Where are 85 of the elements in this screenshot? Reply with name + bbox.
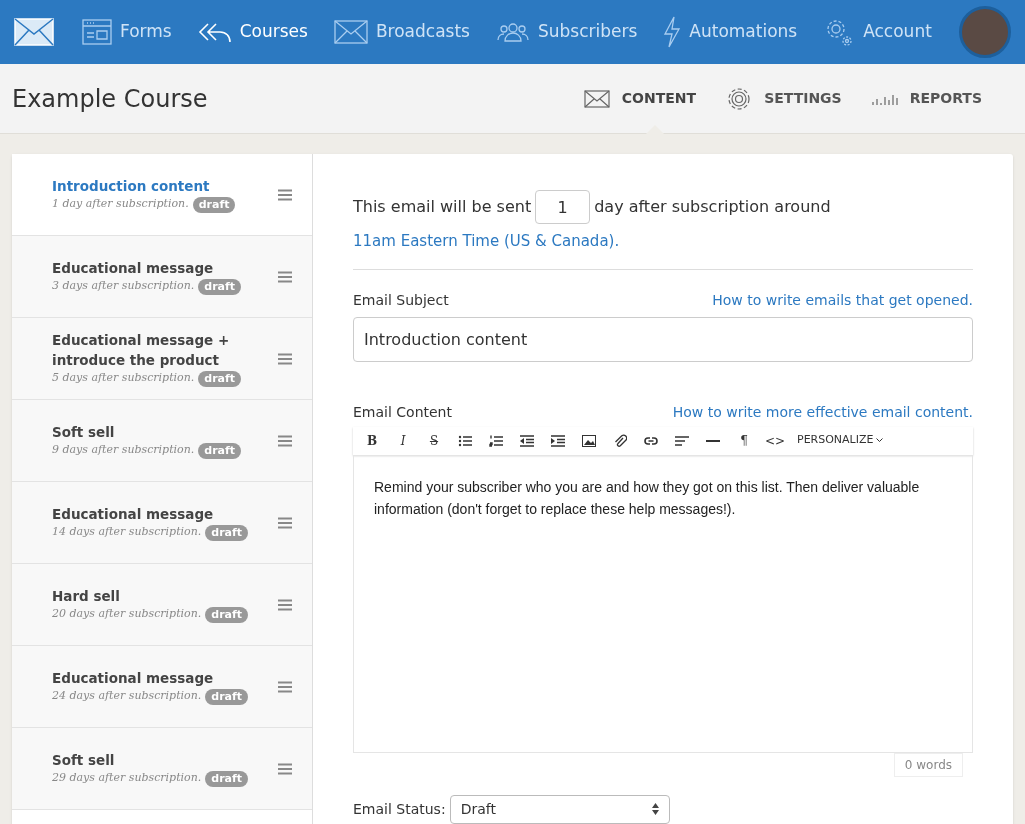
email-timing: 3 days after subscription. (52, 278, 195, 295)
drag-handle-icon[interactable] (278, 434, 292, 447)
email-timing: 29 days after subscription. (52, 770, 202, 787)
schedule-text: day after subscription around (594, 196, 831, 218)
word-count: 0 words (893, 752, 963, 777)
status-badge: draft (205, 770, 249, 787)
image-icon (582, 433, 596, 448)
email-timing: 24 days after subscription. (52, 688, 202, 705)
email-title: Hard sell (52, 587, 121, 607)
field-label: Email Content (353, 402, 452, 422)
help-link[interactable]: How to write emails that get opened. (712, 289, 973, 311)
email-timing: 20 days after subscription. (52, 606, 202, 623)
drag-handle-icon[interactable] (278, 598, 292, 611)
email-timing: 14 days after subscription. (52, 524, 202, 541)
email-list-item[interactable]: Hard sell 20 days after subscription. draft (12, 564, 312, 646)
status-badge: draft (198, 442, 242, 459)
email-list-item[interactable]: Educational message + introduce the product 5 days after subscription. draft (12, 318, 312, 400)
paperclip-icon (613, 433, 627, 448)
nav-item[interactable]: Automations (663, 16, 798, 48)
horizontal-rule-icon (706, 439, 720, 442)
indent-icon (551, 433, 565, 448)
status-badge: draft (192, 196, 236, 213)
field-label: Email Subject (353, 290, 449, 310)
drag-handle-icon[interactable] (278, 270, 292, 283)
schedule-text: This email will be sent (353, 196, 532, 218)
toolbar-button[interactable]: I (388, 427, 418, 454)
envelope-logo-icon[interactable] (14, 18, 54, 46)
people-group-icon (495, 21, 530, 43)
email-timing: 5 days after subscription. (52, 370, 195, 387)
email-list-item[interactable]: Educational message 14 days after subscription. draft (12, 482, 312, 564)
subject-input[interactable]: Introduction content (353, 316, 973, 362)
personalize-menu[interactable]: PERSONALIZE (791, 427, 890, 454)
select-arrows-icon (651, 803, 659, 815)
drag-handle-icon[interactable] (278, 680, 292, 693)
toolbar-button[interactable]: B (357, 427, 387, 454)
email-title: Educational message (52, 669, 215, 689)
numbered-list-icon (489, 433, 503, 448)
tab[interactable]: CONTENT (583, 64, 697, 133)
email-list-item[interactable]: Soft sell 29 days after subscription. draft (12, 728, 312, 810)
email-list-item[interactable]: Introduction content 1 day after subscription. draft (12, 154, 312, 236)
status-select[interactable]: Draft (449, 794, 670, 824)
align-left-icon (675, 433, 689, 448)
status-badge: draft (205, 606, 249, 623)
toolbar-button[interactable]: ¶ (729, 427, 759, 454)
nav-item[interactable]: Account (823, 16, 932, 48)
tab[interactable]: SETTINGS (726, 64, 842, 133)
email-title: Soft sell (52, 751, 116, 771)
drag-handle-icon[interactable] (278, 352, 292, 365)
bulleted-list-icon (458, 433, 472, 448)
drag-handle-icon[interactable] (278, 516, 292, 529)
outdent-icon (520, 433, 534, 448)
reply-all-arrow-icon (197, 21, 232, 43)
status-badge: draft (198, 278, 242, 295)
email-title: Educational message + introduce the product (52, 331, 231, 371)
days-input[interactable]: 1 (535, 190, 591, 224)
nav-item[interactable]: Courses (197, 19, 308, 45)
help-link[interactable]: How to write more effective email content. (672, 401, 973, 423)
status-badge: draft (205, 524, 249, 541)
email-list-item[interactable]: Soft sell 9 days after subscription. draft (12, 400, 312, 482)
editor-area[interactable]: Remind your subscriber who you are and how they got on this list. Then deliver valuable information (don't forget to replace these help messages!). (353, 454, 973, 753)
email-list-item[interactable]: Educational message 24 days after subscription. draft (12, 646, 312, 728)
toolbar-button[interactable]: S (419, 427, 449, 454)
email-title: Educational message (52, 505, 215, 525)
lightning-bolt-icon (663, 16, 682, 48)
drag-handle-icon[interactable] (278, 762, 292, 775)
tab[interactable]: REPORTS (871, 64, 982, 133)
email-timing: 9 days after subscription. (52, 442, 195, 459)
envelope-icon (333, 20, 368, 44)
field-label: Email Status: (353, 799, 446, 819)
toolbar-button[interactable]: <> (760, 427, 790, 454)
drag-handle-icon[interactable] (278, 188, 292, 201)
page-title: Example Course (12, 83, 208, 115)
gear-icon (726, 85, 753, 112)
status-badge: draft (205, 688, 249, 705)
email-title: Soft sell (52, 423, 116, 443)
form-window-icon (82, 19, 112, 45)
email-title: Educational message (52, 259, 215, 279)
nav-item[interactable]: Subscribers (495, 19, 638, 45)
chevron-down-icon (876, 438, 884, 443)
status-badge: draft (198, 370, 242, 387)
email-title: Introduction content (52, 177, 211, 197)
email-list-item[interactable]: Educational message 3 days after subscription. draft (12, 236, 312, 318)
email-timing: 1 day after subscription. (52, 196, 189, 213)
envelope-icon (583, 89, 610, 108)
timezone-link[interactable]: 11am Eastern Time (US & Canada). (353, 230, 620, 253)
